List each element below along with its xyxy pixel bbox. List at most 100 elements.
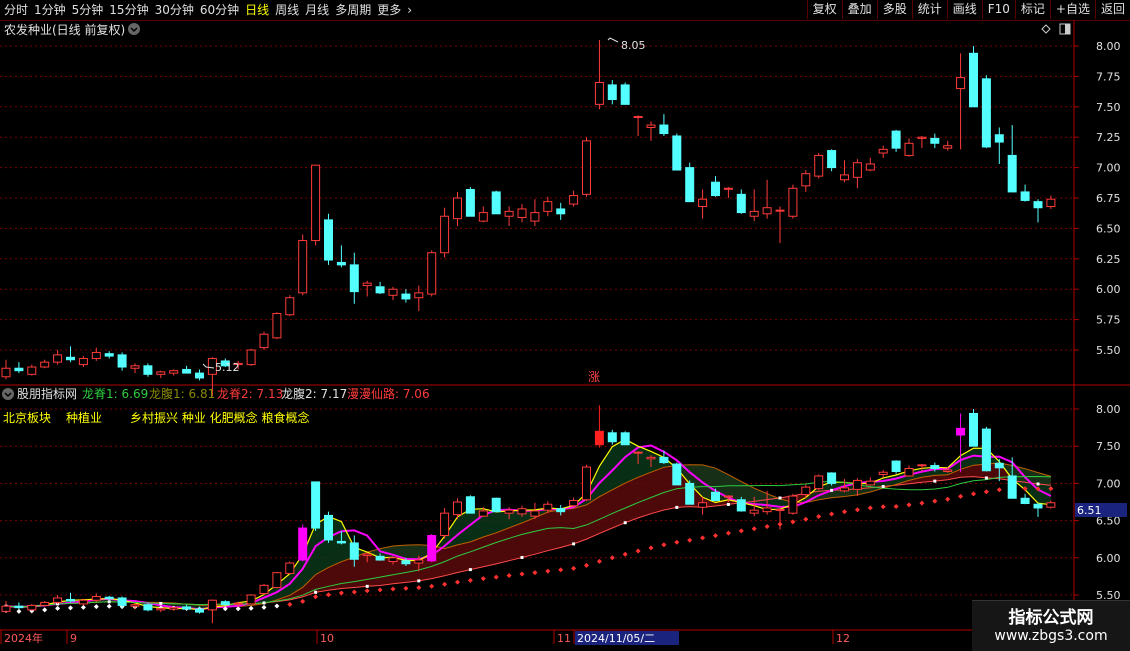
belly-marker-dot [623, 521, 627, 525]
toolbar-button[interactable]: +自选 [1049, 0, 1095, 19]
date-label: 9 [70, 632, 77, 645]
candle-body [440, 512, 450, 536]
candle-body [672, 135, 682, 171]
candle-body [620, 432, 630, 446]
candle-body [182, 368, 192, 374]
candle-body [478, 212, 488, 222]
immortal-path-dot [829, 511, 835, 517]
period-tab[interactable]: 15分钟 [109, 2, 154, 18]
date-label: 2024年 [4, 631, 43, 645]
immortal-path-dot [609, 555, 615, 561]
immortal-path-dot [854, 507, 860, 513]
period-tab[interactable]: 月线 [305, 2, 335, 18]
axis-label: 6.50 [1096, 222, 1121, 235]
candle-body [53, 597, 63, 603]
candle-body [814, 475, 824, 490]
chevron-down-circle-icon[interactable] [128, 23, 140, 35]
immortal-path-dot [945, 496, 951, 502]
period-tab[interactable]: 30分钟 [155, 2, 200, 18]
toolbar-button[interactable]: 画线 [946, 0, 982, 19]
candle-body [762, 207, 772, 215]
candle-body [582, 466, 591, 501]
candle-body [582, 140, 591, 195]
candle-body [814, 154, 824, 177]
candle-body [917, 464, 927, 467]
candle-body [53, 354, 63, 363]
period-tab[interactable]: 5分钟 [72, 2, 110, 18]
candle-body [40, 361, 50, 368]
candle-body [414, 292, 424, 299]
period-tab[interactable]: 周线 [275, 2, 305, 18]
toolbar-button[interactable]: 复权 [806, 0, 842, 19]
immortal-path-dot [816, 513, 822, 519]
candle-body [259, 333, 269, 349]
immortal-path-dot [738, 528, 744, 534]
immortal-path-dot [351, 589, 357, 595]
current-price-label: 6.51 [1077, 504, 1102, 517]
candle-body [556, 208, 566, 215]
candle-body [569, 500, 579, 507]
candle-body [930, 137, 940, 144]
window-icon[interactable] [1059, 23, 1071, 35]
immortal-path-dot [493, 574, 499, 580]
period-tab[interactable]: 多周期 [335, 2, 377, 18]
candle-body [891, 460, 901, 472]
legend-item: 漫漫仙路: 7.06 [347, 386, 430, 401]
chart-canvas[interactable]: 农发种业(日线 前复权) 8.00 7.75 7.50 7.25 7.00 6.75 6.5… [0, 20, 1130, 650]
candle-body [453, 197, 462, 220]
diamond-icon[interactable] [1041, 24, 1051, 34]
period-tab[interactable]: 日线 [245, 2, 275, 18]
toolbar-button[interactable]: F10 [981, 0, 1015, 19]
chart-title: 农发种业(日线 前复权) [4, 22, 125, 37]
candle-body [1033, 201, 1043, 209]
limit-up-badge: 涨 [588, 369, 600, 384]
immortal-path-dot [996, 487, 1002, 493]
axis-label: 7.25 [1096, 131, 1121, 144]
candle-body [840, 174, 849, 181]
chevron-down-circle-icon[interactable] [2, 388, 14, 400]
axis-label: 8.00 [1096, 403, 1121, 416]
chevron-right-icon[interactable]: › [407, 2, 418, 18]
belly-marker-dot [984, 476, 988, 480]
candle-body [633, 116, 643, 119]
toolbar-button[interactable]: 叠加 [841, 0, 877, 19]
immortal-path-dot [532, 570, 538, 576]
toolbar-button[interactable]: 返回 [1094, 0, 1130, 19]
period-tab[interactable]: 分时 [4, 2, 34, 18]
candle-body [698, 502, 708, 508]
candle-body [878, 148, 888, 154]
candle-body [1020, 191, 1030, 201]
candle-body [143, 604, 153, 611]
period-tab[interactable]: 1分钟 [34, 2, 72, 18]
axis-label: 5.75 [1096, 314, 1121, 327]
candle-body [891, 130, 901, 149]
belly-marker-dot [468, 568, 472, 572]
candle-body [827, 150, 837, 169]
immortal-path-dot [429, 583, 435, 589]
immortal-path-dot [338, 590, 344, 596]
candle-body [762, 507, 772, 513]
period-tab[interactable]: 60分钟 [200, 2, 245, 18]
period-tab[interactable]: 更多 [377, 2, 407, 18]
candle-body [594, 81, 604, 105]
toolbar-button[interactable]: 统计 [911, 0, 947, 19]
toolbar-button[interactable]: 标记 [1014, 0, 1050, 19]
immortal-path-dot [803, 516, 809, 522]
candle-body [711, 181, 720, 197]
belly-marker-dot [572, 542, 576, 546]
axis-label: 6.25 [1096, 253, 1121, 266]
immortal-path-dot [545, 568, 551, 574]
candle-body [78, 599, 88, 605]
immortal-path-dot [971, 491, 976, 497]
toolbar-button[interactable]: 多股 [876, 0, 912, 19]
candle-body [852, 479, 862, 490]
candle-body [981, 78, 991, 148]
candle-body [633, 451, 643, 454]
axis-label: 5.50 [1096, 344, 1121, 357]
candle-body [723, 187, 733, 190]
immortal-path-dot [571, 565, 577, 571]
candle-body [840, 487, 849, 492]
candle-body [66, 598, 75, 602]
immortal-path-dot [842, 509, 847, 515]
candle-body [349, 264, 359, 293]
